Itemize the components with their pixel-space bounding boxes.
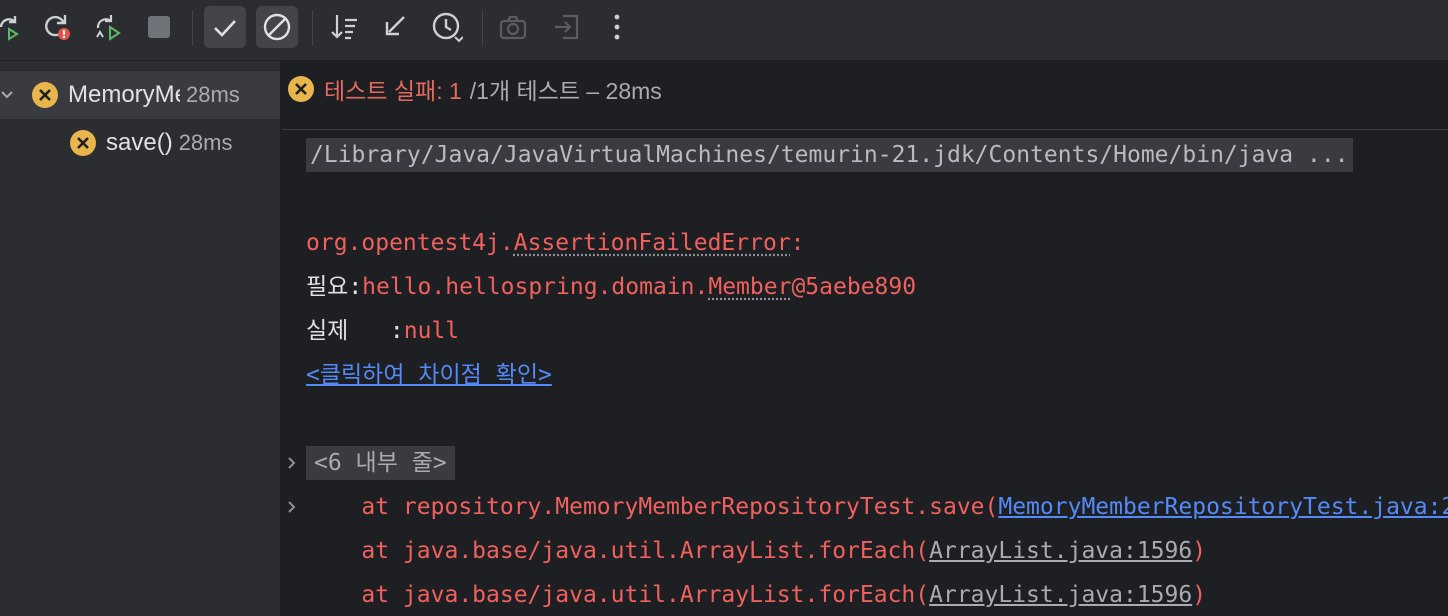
show-difference-link[interactable]: <클릭하여 차이점 확인> [306, 358, 552, 392]
toolbar-separator [482, 10, 483, 46]
chevron-down-icon[interactable] [0, 88, 14, 102]
tree-item-label: save() [106, 129, 173, 156]
tree-item-label: MemoryMemberRepositoryTest [68, 81, 180, 108]
ignored-circle-slash-icon [263, 13, 291, 41]
source-link[interactable]: MemoryMemberRepositoryTest.java:25 [998, 494, 1448, 520]
failed-status-icon [32, 82, 58, 108]
sort-by-duration-button[interactable] [426, 6, 468, 48]
show-passed-toggle[interactable] [204, 6, 246, 48]
actual-value: null [403, 318, 460, 344]
stack-trace-line: at java.base/java.util.ArrayList.forEach… [306, 582, 1207, 608]
collapse-arrow-icon [385, 16, 405, 36]
tree-item-test-class[interactable]: MemoryMemberRepositoryTest 28ms [0, 71, 280, 119]
test-results-tree: MemoryMemberRepositoryTest 28ms save() 2… [0, 61, 281, 616]
rerun-tests-button[interactable] [0, 6, 30, 48]
vertical-ellipsis-icon [614, 14, 620, 40]
stack-trace-line: at java.base/java.util.ArrayList.forEach… [306, 538, 1207, 564]
import-icon [555, 14, 579, 40]
sort-alphabetically-button[interactable] [324, 6, 366, 48]
exception-line: org.opentest4j.AssertionFailedError: [306, 230, 805, 256]
tree-item-duration: 28ms [178, 130, 233, 155]
toolbar-separator [192, 10, 193, 46]
camera-icon [499, 15, 527, 40]
failed-status-icon [288, 76, 314, 102]
stack-trace-line: at repository.MemoryMemberRepositoryTest… [306, 490, 1448, 524]
failed-count-label: 테스트 실패: 1 [324, 78, 462, 104]
source-link[interactable]: ArrayList.java:1596 [929, 582, 1192, 608]
checkmark-icon [214, 20, 236, 37]
rerun-failed-tests-button[interactable] [36, 6, 78, 48]
snapshot-button[interactable] [492, 6, 534, 48]
folded-internal-lines[interactable]: <6 내부 줄> [306, 446, 455, 480]
actual-label: 실제 : [306, 318, 404, 344]
test-total-label: /1개 테스트 – 28ms [469, 78, 662, 104]
expand-chevron-icon[interactable] [286, 490, 302, 524]
tree-item-test-method[interactable]: save() 28ms [0, 119, 280, 167]
test-status-summary: 테스트 실패: 1 /1개 테스트 – 28ms [288, 73, 662, 105]
actual-value-line: 실제 :null [306, 314, 459, 348]
divider [282, 129, 1448, 130]
import-tests-button[interactable] [546, 6, 588, 48]
expand-chevron-icon[interactable] [286, 446, 302, 480]
test-runner-toolbar [0, 0, 1448, 61]
show-ignored-toggle[interactable] [256, 6, 298, 48]
expected-value-line: 필요:hello.hellospring.domain.Member@5aebe… [306, 274, 917, 300]
toolbar-separator [312, 10, 313, 46]
rerun-failed-tests-icon [45, 15, 70, 40]
source-link[interactable]: ArrayList.java:1596 [929, 538, 1192, 564]
rerun-tests-icon [0, 16, 19, 41]
failed-status-icon [70, 130, 96, 156]
tree-item-duration: 28ms [186, 82, 240, 107]
more-options-button[interactable] [596, 6, 638, 48]
stop-button[interactable] [138, 6, 180, 48]
test-console-output[interactable]: 테스트 실패: 1 /1개 테스트 – 28ms /Library/Java/J… [282, 61, 1448, 616]
toggle-auto-test-icon [96, 15, 121, 41]
stop-icon [148, 16, 170, 38]
java-command-line[interactable]: /Library/Java/JavaVirtualMachines/temuri… [306, 138, 1353, 172]
expected-label: 필요: [306, 274, 363, 300]
toggle-auto-test-button[interactable] [86, 6, 128, 48]
collapse-all-button[interactable] [374, 6, 416, 48]
clock-icon [432, 12, 463, 43]
sort-alphabetically-icon [331, 15, 357, 40]
